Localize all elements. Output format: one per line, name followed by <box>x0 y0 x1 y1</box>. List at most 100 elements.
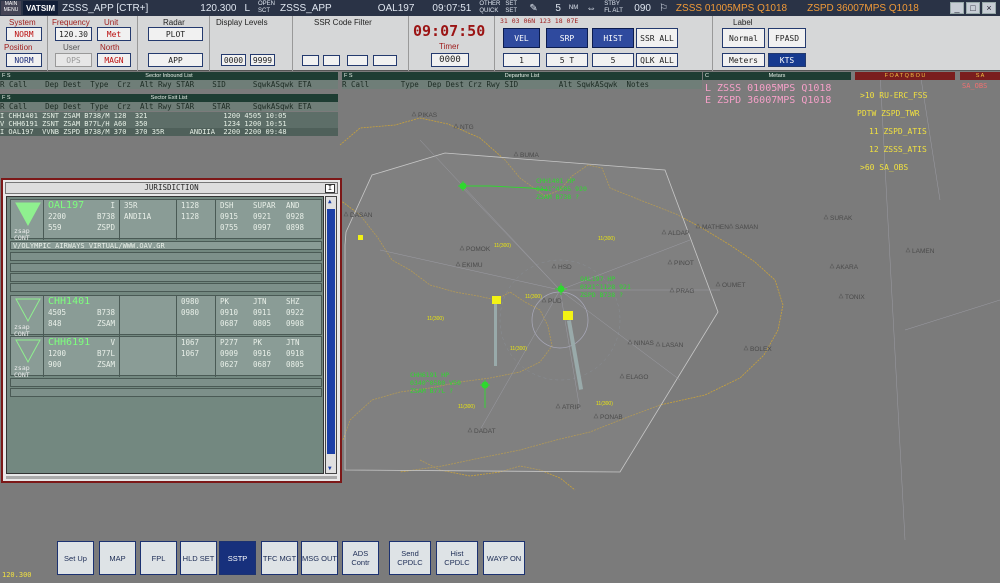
waypoint-icon[interactable] <box>743 345 749 351</box>
toolbar-button-fpl[interactable]: FPL <box>140 541 177 575</box>
label-normal-button[interactable]: Normal <box>722 28 765 48</box>
altitude-value[interactable]: 090 <box>630 0 655 16</box>
strip-callsign[interactable]: CHH1401 <box>48 296 90 307</box>
sa-titlebar[interactable]: S A <box>960 72 1000 80</box>
track-label-line[interactable]: 0340^0580 V50 <box>410 379 461 387</box>
hist-button[interactable]: HIST <box>592 28 634 48</box>
strip-clearance-cell[interactable]: 1067 1067 <box>178 337 216 377</box>
waypoint-label[interactable]: PRAG <box>676 288 694 295</box>
toolbar-button-wayp-on[interactable]: WAYP ON <box>483 541 525 575</box>
strip-fix-cell[interactable]: P277 PK JTN 0909 0916 0918 0627 0687 0805 <box>217 337 321 377</box>
empty-strip-slot[interactable] <box>10 388 322 397</box>
exit-list-titlebar[interactable]: F S Sector Exit List <box>0 94 338 102</box>
hist-value[interactable]: 5 <box>592 53 634 67</box>
waypoint-label[interactable]: BOLEX <box>750 346 772 353</box>
track-label-line[interactable]: ZSAM B738 ? <box>536 193 579 201</box>
empty-strip-slot[interactable] <box>10 252 322 261</box>
strip-route-cell[interactable] <box>121 296 177 336</box>
waypoint-label[interactable]: AKARA <box>836 264 859 271</box>
restore-button[interactable]: □ <box>966 2 980 14</box>
coordination-titlebar[interactable]: F O A T Q B O U <box>855 72 955 80</box>
metars-titlebar[interactable]: C Metars <box>703 72 851 80</box>
waypoint-label[interactable]: NTG <box>460 124 474 131</box>
toolbar-button-msg-out[interactable]: MSG OUT <box>301 541 338 575</box>
waypoint-label[interactable]: PIKAS <box>418 112 438 119</box>
waypoint-label[interactable]: PONAB <box>600 414 623 421</box>
radar-app-button[interactable]: APP <box>148 53 203 67</box>
strip-clearance-cell[interactable]: 0980 0980 <box>178 296 216 336</box>
radar-plot-button[interactable]: PLOT <box>148 27 203 41</box>
level-high-field[interactable]: 9999 <box>250 54 275 66</box>
user-button[interactable]: OPS <box>55 53 92 67</box>
toolbar-button-sstp[interactable]: SSTP <box>219 541 256 575</box>
waypoint-label[interactable]: BUMA <box>520 152 539 159</box>
vel-button[interactable]: VEL <box>503 28 540 48</box>
strip-direction-cell[interactable]: zsap CONT <box>11 337 44 379</box>
waypoint-label[interactable]: ATRIP <box>562 404 581 411</box>
empty-strip-slot[interactable] <box>10 378 322 387</box>
flight-strip[interactable]: zsap CONT CHH6191 V 1200 B77L 900 ZSAM 1067 1067 P… <box>10 336 322 379</box>
waypoint-label[interactable]: MATHEN <box>702 224 729 231</box>
strip-callsign-cell[interactable]: CHH6191 V 1200 B77L 900 ZSAM <box>45 337 120 377</box>
scrollbar-thumb[interactable] <box>327 209 335 454</box>
waypoint-label[interactable]: DASAN <box>350 212 373 219</box>
waypoint-label[interactable]: NINAS <box>634 340 655 347</box>
minimize-button[interactable]: _ <box>950 2 964 14</box>
strip-direction-cell[interactable]: zsap CONT <box>11 296 44 338</box>
strip-callsign[interactable]: OAL197 <box>48 200 84 211</box>
waypoint-label[interactable]: EKIMU <box>462 262 483 269</box>
strip-route-cell[interactable]: 35R ANDI1A <box>121 200 177 240</box>
waypoint-icon[interactable] <box>343 211 349 217</box>
waypoint-icon[interactable] <box>513 151 519 157</box>
pencil-icon[interactable]: ✎ <box>525 0 539 16</box>
waypoint-icon[interactable] <box>823 214 829 220</box>
track-label-line[interactable]: CHH6191 HP <box>410 371 449 379</box>
empty-strip-slot[interactable] <box>10 263 322 272</box>
track-label-line[interactable]: CHH1401 HP <box>536 177 575 185</box>
north-button[interactable]: MAGN <box>97 53 131 67</box>
strip-direction-cell[interactable]: zsap CONT <box>11 200 44 242</box>
bell-icon[interactable]: ⚐ <box>655 0 672 16</box>
scroll-up-icon[interactable]: ▲ <box>328 198 332 205</box>
coordination-item[interactable]: 11 ZSPD_ATIS <box>857 127 927 136</box>
coordination-item[interactable]: 12 ZSSS_ATIS <box>857 145 927 154</box>
toolbar-button-ads-contr[interactable]: ADS Contr <box>342 541 379 575</box>
exit-list-row[interactable]: I OAL197 VVNB ZSPD B738/M 370 370 35R AN… <box>0 128 338 136</box>
toolbar-button-tfc-mgt[interactable]: TFC MGT <box>261 541 298 575</box>
ssr-filter-slot-1[interactable] <box>302 55 319 66</box>
range-arrows-icon[interactable]: ⇔ <box>582 0 600 16</box>
waypoint-label[interactable]: ALDAP <box>668 230 689 237</box>
nm-range-value[interactable]: 5 <box>551 0 565 16</box>
coordination-item[interactable]: >10 RU-ERC_FSS <box>857 91 927 100</box>
waypoint-label[interactable]: ELAGO <box>626 374 648 381</box>
waypoint-label[interactable]: TONIX <box>845 294 865 301</box>
timer-field[interactable]: 0000 <box>431 53 469 67</box>
empty-strip-slot[interactable] <box>10 283 322 292</box>
qlk-all-button[interactable]: QLK ALL <box>636 53 678 67</box>
srp-value[interactable]: 5 T <box>546 53 588 67</box>
strip-callsign-cell[interactable]: OAL197 I 2200 B738 559 ZSPD <box>45 200 120 240</box>
unit-button[interactable]: Met <box>97 27 131 41</box>
ssr-filter-slot-3[interactable] <box>347 55 368 66</box>
track-label-line[interactable]: ZSAM B77L ? <box>410 387 453 395</box>
toolbar-button-set-up[interactable]: Set Up <box>57 541 94 575</box>
flight-strip[interactable]: zsap CONT OAL197 I 2200 B738 559 ZSPD 35R ANDI1A 1… <box>10 199 322 242</box>
label-fpasd-button[interactable]: FPASD <box>768 28 806 48</box>
waypoint-icon[interactable] <box>728 223 734 229</box>
toolbar-button-hld-set[interactable]: HLD SET <box>180 541 217 575</box>
label-kts-button[interactable]: KTS <box>768 53 806 67</box>
waypoint-label[interactable]: POMOK <box>466 246 491 253</box>
waypoint-label[interactable]: SAMAN <box>735 224 758 231</box>
label-meters-button[interactable]: Meters <box>722 53 765 67</box>
other-quick-value[interactable]: SET SET <box>501 0 525 16</box>
system-button[interactable]: NORM <box>6 27 42 41</box>
coordination-item[interactable]: PDTW ZSPD_TWR <box>857 109 927 118</box>
sa-obs-item[interactable]: SA_OBS <box>962 82 987 90</box>
waypoint-icon[interactable] <box>411 111 417 117</box>
strip-callsign-cell[interactable]: CHH1401 4505 B738 848 ZSAM <box>45 296 120 336</box>
exit-list-row[interactable]: V CHH6191 ZSNT ZSAM B77L/H A60 350 1234 … <box>0 120 338 128</box>
empty-strip-slot[interactable] <box>10 273 322 282</box>
waypoint-label[interactable]: OUMET <box>722 282 746 289</box>
inbound-list-titlebar[interactable]: F S Sector Inbound List <box>0 72 338 80</box>
waypoint-icon[interactable] <box>905 247 911 253</box>
